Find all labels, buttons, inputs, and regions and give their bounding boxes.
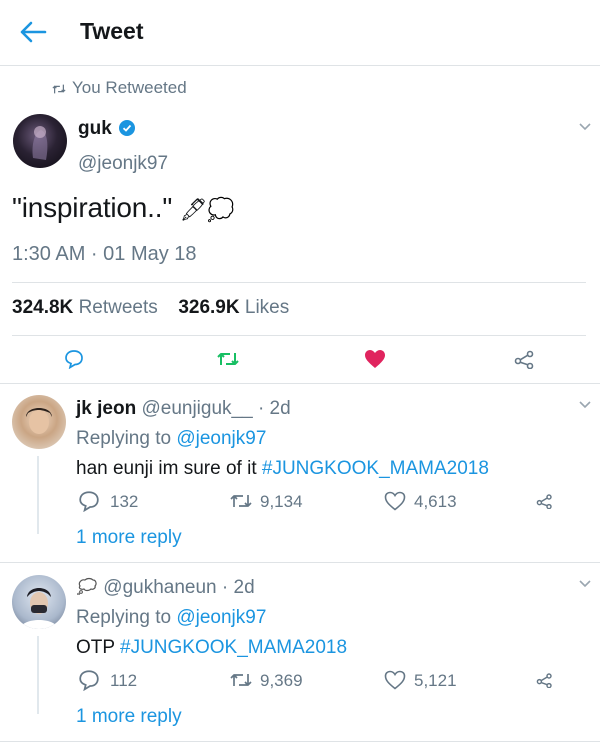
thread-line	[37, 456, 39, 534]
back-arrow-icon[interactable]	[18, 18, 48, 46]
reply-text: OTP #JUNGKOOK_MAMA2018	[76, 637, 348, 658]
author-handle[interactable]: @jeonjk97	[78, 153, 168, 175]
replying-to-link[interactable]: @jeonjk97	[176, 607, 266, 628]
verified-badge-icon	[119, 120, 136, 136]
avatar[interactable]	[12, 575, 66, 629]
reply-header: @gukhaneun · 2d	[76, 577, 255, 599]
pen-thought-emoji: 🖋💭	[179, 197, 235, 222]
retweet-icon[interactable]	[216, 349, 240, 369]
divider	[0, 383, 600, 384]
like-count: 5,121	[414, 671, 457, 690]
reply-author-handle[interactable]: @eunjiguk__	[141, 398, 252, 419]
chevron-down-icon[interactable]	[578, 579, 592, 589]
retweet-icon[interactable]	[228, 491, 254, 511]
replying-to-line: Replying to @jeonjk97	[76, 428, 267, 449]
reply-age: · 2d	[221, 577, 255, 598]
hashtag-link[interactable]: #JUNGKOOK_MAMA2018	[120, 637, 347, 658]
author-name[interactable]: guk	[78, 118, 112, 139]
chevron-down-icon[interactable]	[578, 400, 592, 410]
retweet-count: 9,134	[260, 492, 303, 511]
like-heart-icon[interactable]	[384, 491, 406, 511]
hashtag-link[interactable]: #JUNGKOOK_MAMA2018	[262, 458, 489, 479]
share-icon[interactable]	[514, 349, 536, 369]
tweet-text: "inspiration.." 🖋💭	[12, 192, 235, 223]
avatar[interactable]	[12, 395, 66, 449]
page-title: Tweet	[80, 18, 144, 44]
reply-author-name[interactable]: jk jeon	[76, 398, 136, 419]
reply-count: 112	[110, 671, 138, 690]
thought-balloon-icon	[77, 577, 97, 596]
reply-author-handle[interactable]: @gukhaneun	[103, 577, 216, 598]
divider	[12, 282, 586, 283]
retweet-count: 9,369	[260, 671, 303, 690]
reply-icon[interactable]	[78, 669, 100, 691]
tweet-timestamp: 1:30 AM · 01 May 18	[12, 243, 197, 265]
reply-icon[interactable]	[64, 349, 84, 369]
share-icon[interactable]	[536, 672, 554, 688]
divider	[12, 335, 586, 336]
more-replies-link[interactable]: 1 more reply	[76, 706, 182, 728]
reply-text: han eunji im sure of it #JUNGKOOK_MAMA20…	[76, 458, 489, 479]
divider	[0, 741, 600, 742]
chevron-down-icon[interactable]	[578, 122, 592, 132]
top-bar: Tweet	[0, 0, 600, 66]
more-replies-link[interactable]: 1 more reply	[76, 527, 182, 549]
retweet-icon	[52, 84, 66, 94]
tweet-stats: 324.8K Retweets 326.9K Likes	[12, 297, 289, 319]
share-icon[interactable]	[536, 493, 554, 509]
replying-to-line: Replying to @jeonjk97	[76, 607, 267, 628]
like-heart-icon[interactable]	[364, 349, 386, 369]
retweet-notice: You Retweeted	[52, 78, 187, 98]
reply-count: 132	[110, 492, 139, 511]
replying-to-link[interactable]: @jeonjk97	[176, 428, 266, 449]
retweet-icon[interactable]	[228, 670, 254, 690]
like-heart-icon[interactable]	[384, 670, 406, 690]
thread-line	[37, 636, 39, 714]
author-name-row: guk	[78, 118, 136, 140]
likes-stat[interactable]: 326.9K Likes	[178, 297, 289, 318]
reply-icon[interactable]	[78, 490, 100, 512]
reply-age: · 2d	[257, 398, 291, 419]
avatar[interactable]	[13, 114, 67, 168]
divider	[0, 562, 600, 563]
retweets-stat[interactable]: 324.8K Retweets	[12, 297, 158, 318]
like-count: 4,613	[414, 492, 457, 511]
reply-header: jk jeon @eunjiguk__ · 2d	[76, 398, 291, 420]
